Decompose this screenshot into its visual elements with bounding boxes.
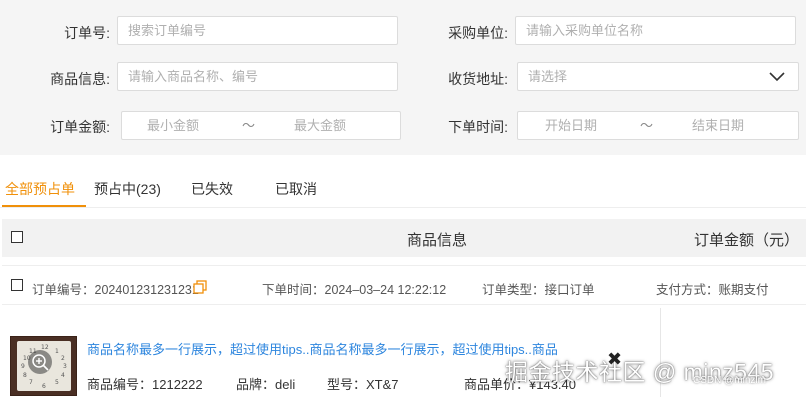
product-code: 商品编号：1212222 bbox=[87, 374, 203, 393]
filter-panel: 订单号: 搜索订单编号 采购单位: 请输入采购单位名称 商品信息: 请输入商品名… bbox=[0, 0, 806, 155]
order-type-label: 订单类型： bbox=[482, 283, 545, 297]
order-no-input[interactable]: 搜索订单编号 bbox=[117, 16, 398, 45]
order-no-value: 202401231231231 bbox=[94, 283, 199, 297]
product-brand: 品牌：deli bbox=[236, 374, 295, 393]
address-placeholder: 请选择 bbox=[528, 69, 568, 84]
svg-text:8: 8 bbox=[23, 372, 27, 379]
svg-text:3: 3 bbox=[63, 363, 67, 370]
order-time: 下单时间：2024–03–24 12:22:12 bbox=[262, 279, 446, 298]
amount-min-input[interactable]: 最小金额 bbox=[147, 112, 199, 139]
header-product-info: 商品信息 bbox=[407, 232, 468, 249]
amount-separator: ～ bbox=[242, 118, 256, 133]
order-no-label: 订单编号： bbox=[32, 283, 95, 297]
chevron-down-icon bbox=[769, 72, 785, 82]
order-type: 订单类型：接口订单 bbox=[482, 279, 595, 298]
svg-text:1: 1 bbox=[55, 348, 59, 355]
copy-icon[interactable] bbox=[193, 280, 207, 294]
amount-max-input[interactable]: 最大金额 bbox=[294, 112, 346, 139]
close-icon: ✖ bbox=[607, 349, 623, 369]
order-tabs: 全部预占单 预占中(23) 已失效 已取消 bbox=[0, 172, 806, 208]
product-name-link[interactable]: 商品名称最多一行展示，超过使用tips..商品名称最多一行展示，超过使用tips… bbox=[87, 339, 558, 358]
amount-label: 订单金额: bbox=[50, 119, 110, 135]
payment-label: 支付方式： bbox=[656, 283, 719, 297]
purchaser-label: 采购单位: bbox=[448, 25, 508, 41]
address-select[interactable]: 请选择 bbox=[517, 62, 799, 91]
active-tab-indicator bbox=[2, 205, 86, 207]
product-info-input[interactable]: 请输入商品名称、编号 bbox=[117, 62, 398, 91]
model-value: XT&7 bbox=[366, 377, 399, 392]
svg-text:2: 2 bbox=[61, 355, 65, 362]
brand-value: deli bbox=[275, 377, 296, 392]
product-info-label: 商品信息: bbox=[50, 71, 110, 87]
amount-range[interactable]: 最小金额 ～ 最大金额 bbox=[121, 111, 401, 140]
svg-text:9: 9 bbox=[21, 363, 25, 370]
brand-label: 品牌： bbox=[236, 377, 276, 392]
tab-cancelled[interactable]: 已取消 bbox=[275, 179, 317, 199]
select-all-checkbox[interactable] bbox=[11, 231, 23, 243]
svg-text:6: 6 bbox=[42, 383, 46, 390]
product-model: 型号：XT&7 bbox=[327, 374, 399, 393]
order-no-label: 订单号: bbox=[64, 25, 110, 41]
table-header: 商品信息 订单金额（元） bbox=[2, 219, 806, 257]
watermark-small-text: CSDN @minzlm bbox=[693, 375, 766, 386]
product-code-value: 1212222 bbox=[152, 377, 203, 392]
payment-method: 支付方式：账期支付 bbox=[656, 279, 769, 298]
svg-text:4: 4 bbox=[61, 372, 65, 379]
tab-all-orders[interactable]: 全部预占单 bbox=[5, 179, 75, 199]
product-thumbnail[interactable]: 12936 1245 781011 bbox=[10, 336, 77, 396]
start-date-input[interactable]: 开始日期 bbox=[545, 112, 597, 139]
order-time-value: 2024–03–24 12:22:12 bbox=[324, 283, 447, 297]
purchaser-input[interactable]: 请输入采购单位名称 bbox=[515, 16, 796, 45]
zoom-in-icon[interactable] bbox=[28, 350, 52, 374]
svg-text:5: 5 bbox=[55, 379, 59, 386]
order-time-label: 下单时间: bbox=[448, 119, 508, 135]
order-time-label: 下单时间： bbox=[262, 283, 325, 297]
end-date-input[interactable]: 结束日期 bbox=[692, 112, 744, 139]
svg-text:7: 7 bbox=[29, 379, 33, 386]
order-no: 订单编号：202401231231231 bbox=[32, 279, 199, 298]
header-order-amount: 订单金额（元） bbox=[694, 232, 800, 249]
order-row: 订单编号：202401231231231 下单时间：2024–03–24 12:… bbox=[2, 265, 806, 305]
product-code-label: 商品编号： bbox=[87, 377, 153, 392]
tab-reserving[interactable]: 预占中(23) bbox=[94, 179, 161, 199]
payment-value: 账期支付 bbox=[718, 283, 769, 297]
address-label: 收货地址: bbox=[448, 71, 508, 87]
order-checkbox[interactable] bbox=[11, 279, 23, 291]
order-type-value: 接口订单 bbox=[544, 283, 595, 297]
model-label: 型号： bbox=[327, 377, 367, 392]
order-time-range[interactable]: 开始日期 ～ 结束日期 bbox=[517, 111, 799, 140]
date-separator: ～ bbox=[640, 118, 654, 133]
tab-expired[interactable]: 已失效 bbox=[191, 179, 233, 199]
